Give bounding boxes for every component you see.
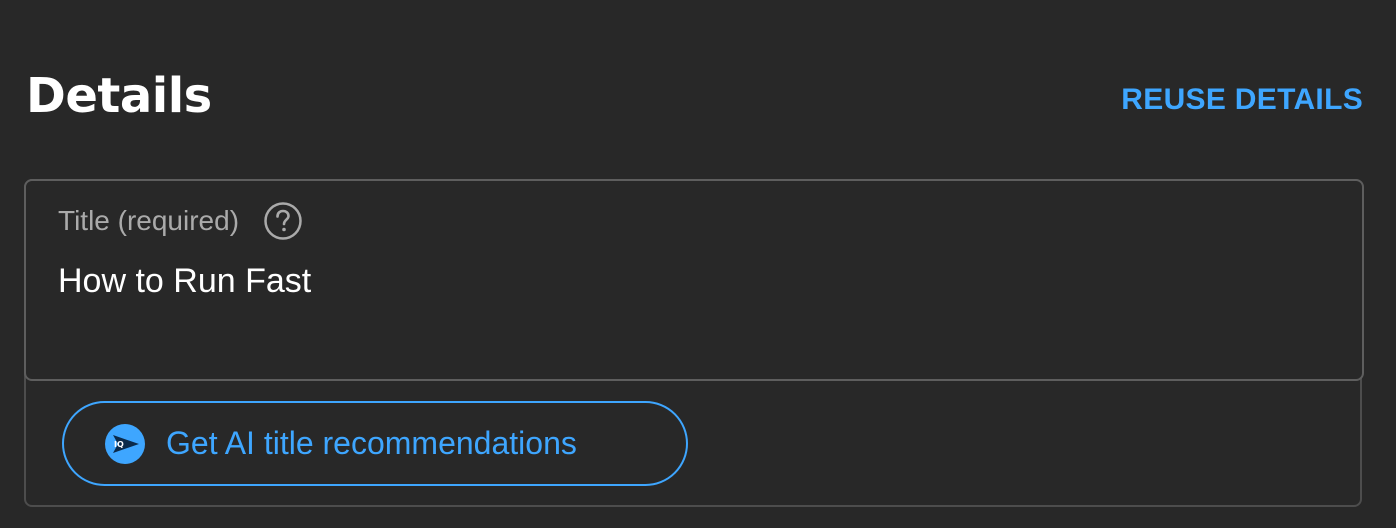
ai-button-label: Get AI title recommendations [166, 425, 577, 461]
details-header-title: Details [26, 68, 212, 124]
title-label-row: Title (required) [58, 201, 303, 241]
reuse-details-button[interactable]: REUSE DETAILS [1121, 80, 1363, 120]
title-input[interactable] [58, 257, 1318, 305]
ai-sparkle-icon: IQ [104, 423, 146, 465]
title-field-label: Title (required) [58, 205, 240, 236]
ai-title-recommendations-button[interactable]: IQ Get AI title recommendations [62, 401, 688, 486]
ai-icon-text: IQ [114, 440, 124, 449]
title-field[interactable]: Title (required) [24, 179, 1364, 381]
help-icon[interactable] [263, 201, 303, 241]
